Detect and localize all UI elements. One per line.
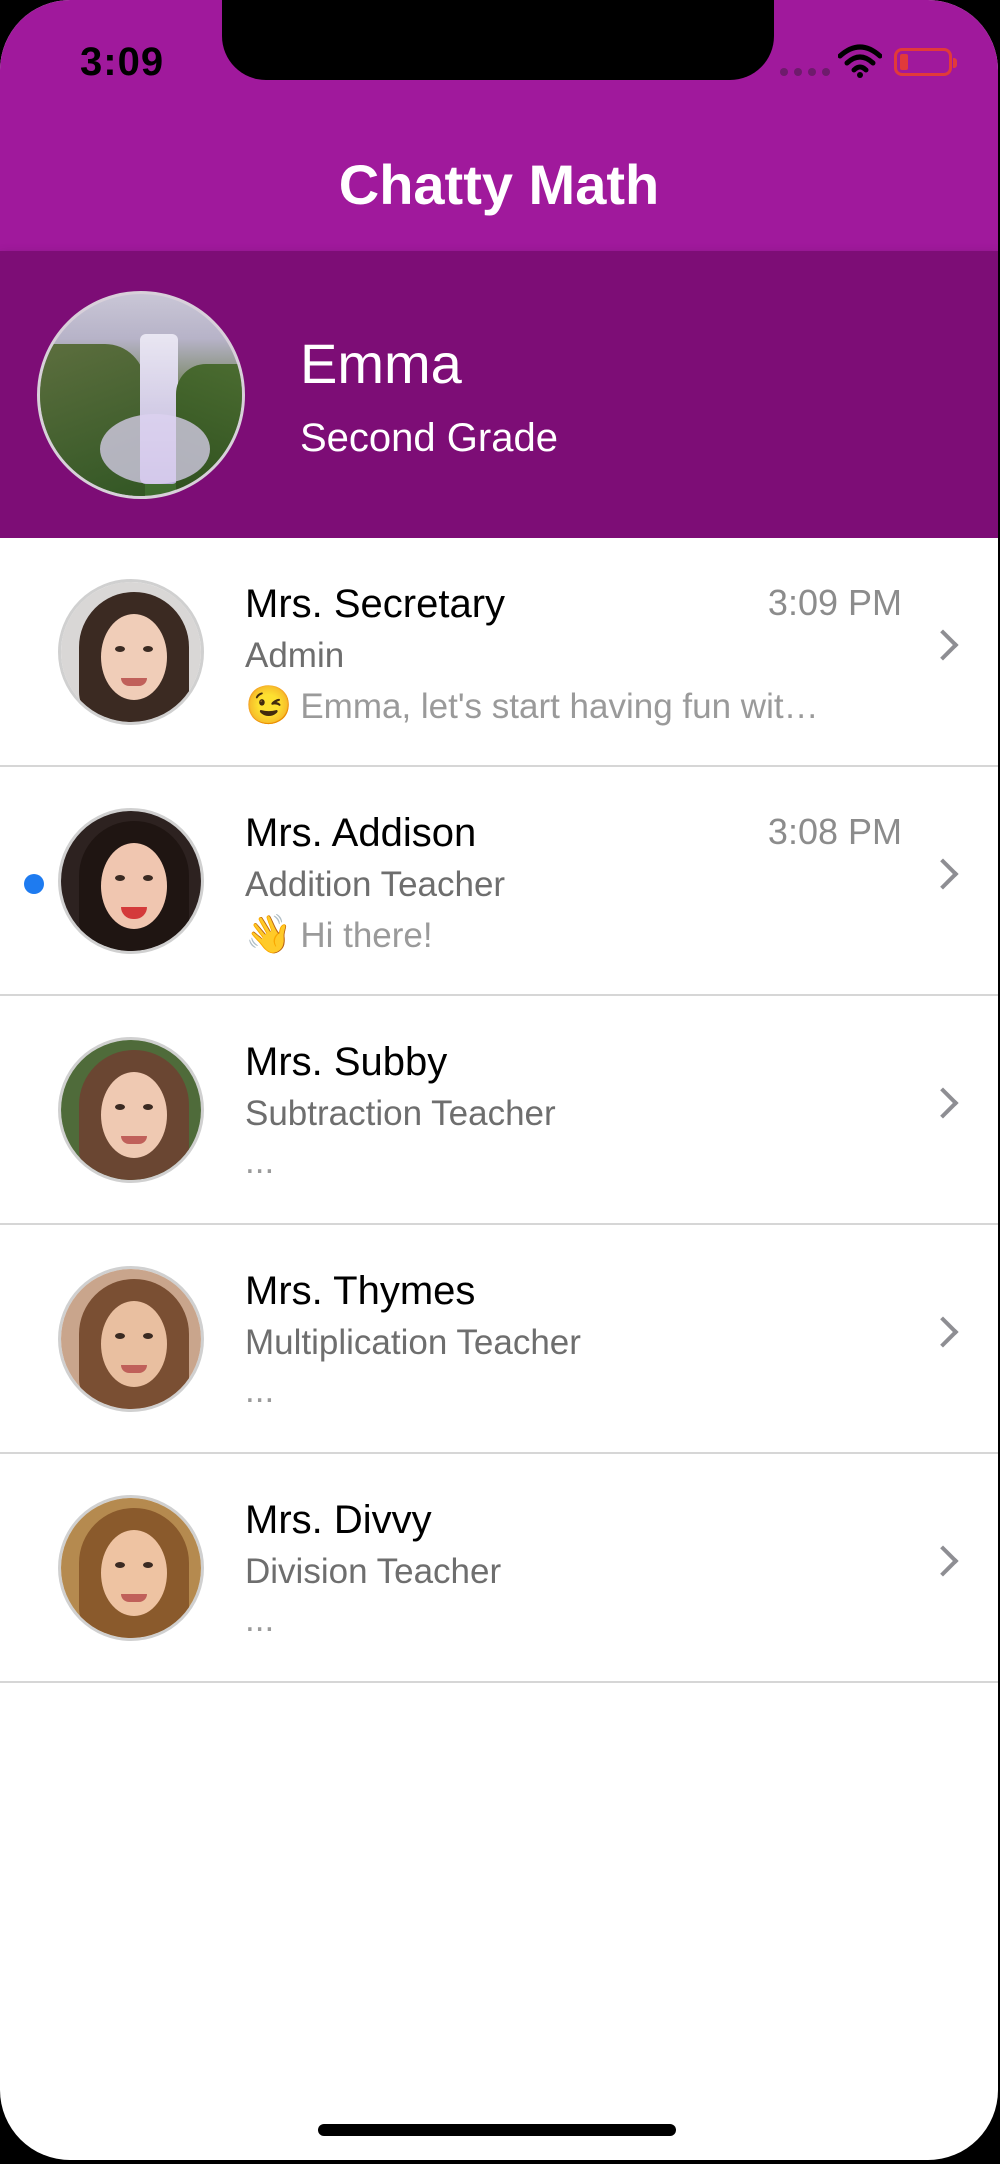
chat-contact-role: Admin	[245, 636, 345, 675]
chat-row-addison[interactable]: Mrs. Addison 3:08 PM Addition Teacher 👋 H…	[0, 767, 998, 996]
chat-preview-text: Emma, let's start having fun wit…	[300, 687, 819, 726]
chat-contact-name: Mrs. Thymes	[245, 1269, 476, 1313]
chat-row-thymes[interactable]: Mrs. Thymes Multiplication Teacher ...	[0, 1225, 998, 1454]
chat-list: Mrs. Secretary 3:09 PM Admin 😉 Emma, let'…	[0, 538, 998, 1683]
device-notch	[222, 0, 774, 80]
chat-contact-name: Mrs. Divvy	[245, 1498, 432, 1542]
chat-preview-text: ...	[245, 1371, 275, 1410]
chevron-right-icon	[927, 629, 959, 661]
avatar	[58, 1495, 204, 1641]
wifi-icon	[838, 44, 882, 78]
chat-preview: 😉 Emma, let's start having fun wit…	[245, 684, 819, 728]
waving-hand-emoji-icon: 👋	[245, 914, 293, 956]
avatar	[58, 1266, 204, 1412]
app-screen: 3:09 Chatty Math Emma Second Grade Mrs. …	[0, 0, 998, 2160]
nav-bar: 3:09 Chatty Math	[0, 0, 998, 251]
chat-timestamp: 3:08 PM	[767, 811, 902, 852]
chat-row-divvy[interactable]: Mrs. Divvy Division Teacher ...	[0, 1454, 998, 1683]
chevron-right-icon	[927, 858, 959, 890]
chat-contact-role: Addition Teacher	[245, 865, 506, 904]
chat-preview-text: Hi there!	[300, 916, 433, 955]
unread-indicator	[24, 874, 44, 894]
battery-icon	[894, 48, 957, 76]
chat-row-subby[interactable]: Mrs. Subby Subtraction Teacher ...	[0, 996, 998, 1225]
chevron-right-icon	[927, 1316, 959, 1348]
page-title: Chatty Math	[338, 153, 660, 216]
chat-contact-role: Division Teacher	[245, 1552, 502, 1591]
student-name: Emma	[300, 332, 462, 395]
chat-contact-name: Mrs. Secretary	[245, 582, 506, 626]
chevron-right-icon	[927, 1545, 959, 1577]
avatar	[58, 808, 204, 954]
chevron-right-icon	[927, 1087, 959, 1119]
wink-emoji-icon: 😉	[245, 685, 293, 727]
chat-timestamp: 3:09 PM	[767, 582, 902, 623]
chat-row-secretary[interactable]: Mrs. Secretary 3:09 PM Admin 😉 Emma, let'…	[0, 538, 998, 767]
student-profile-header[interactable]: Emma Second Grade	[0, 251, 998, 538]
chat-contact-role: Multiplication Teacher	[245, 1323, 581, 1362]
student-grade: Second Grade	[300, 416, 558, 460]
status-time: 3:09	[80, 40, 165, 84]
avatar	[58, 1037, 204, 1183]
avatar	[58, 579, 204, 725]
profile-avatar[interactable]	[37, 291, 245, 499]
cellular-signal-icon	[780, 68, 830, 76]
chat-preview-text: ...	[245, 1600, 275, 1639]
chat-preview-text: ...	[245, 1142, 275, 1181]
chat-contact-name: Mrs. Subby	[245, 1040, 448, 1084]
chat-contact-name: Mrs. Addison	[245, 811, 477, 855]
chat-contact-role: Subtraction Teacher	[245, 1094, 556, 1133]
chat-preview: 👋 Hi there!	[245, 913, 433, 957]
home-indicator[interactable]	[318, 2124, 676, 2136]
